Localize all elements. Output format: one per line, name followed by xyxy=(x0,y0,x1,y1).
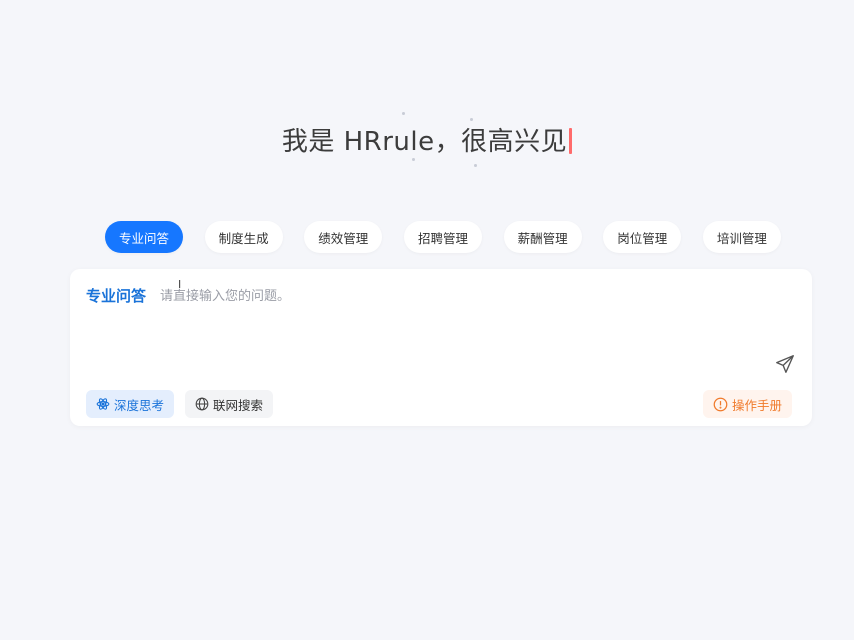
manual-button[interactable]: 操作手册 xyxy=(702,390,792,418)
page: 我是 HRrule，很高兴见 专业问答 制度生成 绩效管理 招聘管理 薪酬管理 岗位管理培… xyxy=(0,0,854,640)
alert-circle-icon xyxy=(713,397,728,412)
web-search-button[interactable]: 联网搜索 xyxy=(185,390,274,418)
typing-caret xyxy=(569,128,573,154)
send-button[interactable] xyxy=(772,351,798,377)
atom-icon xyxy=(96,397,110,411)
tab-5[interactable]: 薪酬管理 xyxy=(503,221,582,253)
web-search-label: 联网搜索 xyxy=(213,397,264,413)
globe-icon xyxy=(195,397,209,411)
mode-label: 专业问答 xyxy=(86,287,147,305)
tab-7[interactable]: 培训管理 xyxy=(702,221,781,253)
manual-label: 操作手册 xyxy=(731,397,782,413)
decor-dot xyxy=(474,164,477,167)
tab-2[interactable]: 制度生成 xyxy=(204,221,283,253)
question-input[interactable] xyxy=(158,283,782,309)
tab-6[interactable]: 岗位管理 xyxy=(603,221,682,253)
decor-dot xyxy=(470,118,473,121)
category-tabs: 专业问答 制度生成 绩效管理 招聘管理 薪酬管理 岗位管理 培训管理 xyxy=(105,221,781,253)
text-cursor-icon: I xyxy=(178,278,182,291)
tab-1[interactable]: 专业问答 xyxy=(105,221,183,253)
tab-3[interactable]: 绩效管理 xyxy=(304,221,383,253)
paper-plane-icon xyxy=(776,355,794,373)
composer-card: 专业问答 I 深度思考 xyxy=(70,269,812,426)
deep-think-button[interactable]: 深度思考 xyxy=(86,390,175,418)
decor-dot xyxy=(402,112,405,115)
deep-think-label: 深度思考 xyxy=(114,397,165,413)
headline-text: 我是 HRrule，很高兴见 xyxy=(281,127,568,157)
welcome-headline: 我是 HRrule，很高兴见 xyxy=(0,124,854,160)
tab-4[interactable]: 招聘管理 xyxy=(403,221,482,253)
